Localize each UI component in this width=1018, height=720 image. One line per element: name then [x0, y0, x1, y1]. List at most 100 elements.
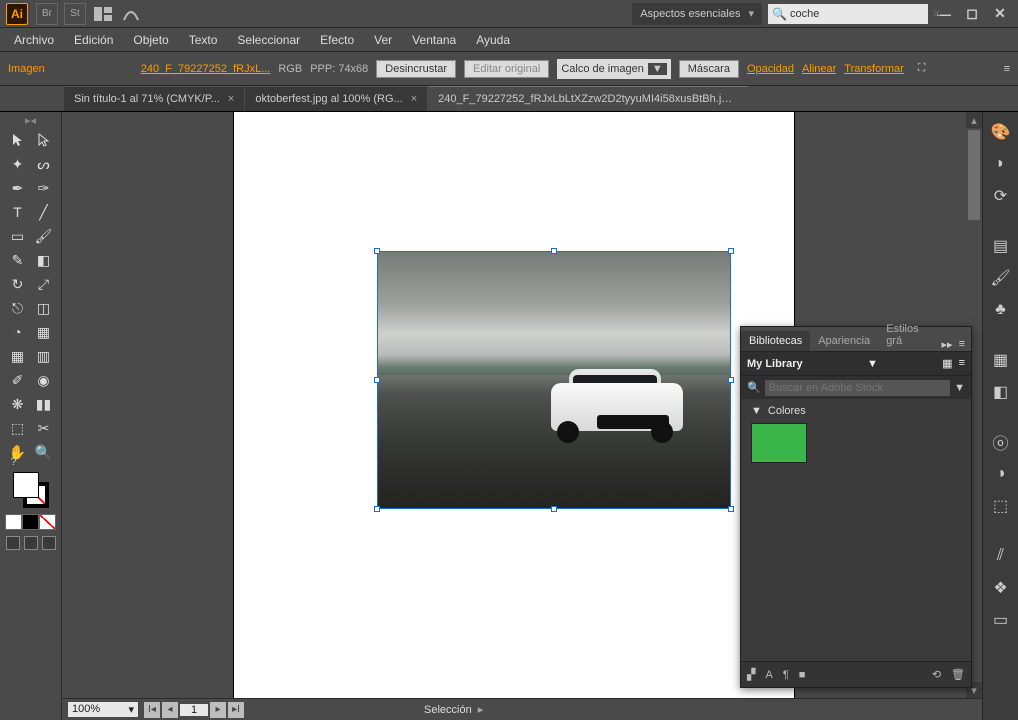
add-color-icon[interactable]: ■ [799, 669, 806, 681]
selection-handle[interactable] [728, 506, 734, 512]
zoom-field[interactable]: 100%▾ [68, 702, 138, 717]
menu-efecto[interactable]: Efecto [310, 28, 364, 51]
disclosure-triangle-icon[interactable]: ▼ [751, 405, 762, 417]
workspace-switcher[interactable]: Aspectos esenciales ▾ [632, 3, 762, 25]
next-artboard-button[interactable]: ▸ [210, 702, 226, 718]
pencil-tool[interactable]: ✎ [5, 248, 31, 272]
doc-tab-3[interactable]: 240_F_79227252_fRJxLbLtXZzw2D2tyyuMI4i58… [428, 86, 748, 111]
blend-tool[interactable]: ◉ [31, 368, 57, 392]
library-search-input[interactable] [765, 380, 950, 396]
symbol-sprayer-tool[interactable]: ❋ [5, 392, 31, 416]
menu-archivo[interactable]: Archivo [4, 28, 64, 51]
linked-file-link[interactable]: 240_F_79227252_fRJxL... [141, 63, 271, 75]
tab-bibliotecas[interactable]: Bibliotecas [741, 331, 810, 351]
align-link[interactable]: Alinear [802, 63, 836, 75]
gpu-perf-icon[interactable] [120, 3, 142, 25]
bridge-icon[interactable]: Br [36, 3, 58, 25]
perspective-tool[interactable]: ▦ [31, 320, 57, 344]
direct-selection-tool[interactable] [31, 128, 57, 152]
swatches-panel-icon[interactable]: ⟳ [989, 184, 1013, 208]
add-text-style-icon[interactable]: A [765, 669, 772, 681]
line-tool[interactable]: ╱ [31, 200, 57, 224]
scroll-up-icon[interactable]: ▴ [966, 112, 982, 128]
tab-estilos-graficos[interactable]: Estilos grá [878, 319, 941, 351]
cc-libraries-icon[interactable]: ⓞ [989, 430, 1013, 454]
slice-tool[interactable]: ✂ [31, 416, 57, 440]
pen-tool[interactable]: ✒ [5, 176, 31, 200]
brushes-panel-icon[interactable]: 🖌 [989, 266, 1013, 290]
gradient-tool[interactable]: ▥ [31, 344, 57, 368]
hand-tool[interactable]: ✋ [5, 440, 31, 464]
width-tool[interactable]: ⎋ [5, 296, 31, 320]
mesh-tool[interactable]: ▦ [5, 344, 31, 368]
selection-handle[interactable] [728, 248, 734, 254]
panel-menu-icon[interactable]: ≡ [1004, 63, 1010, 75]
stock-search[interactable]: 🔍 ✕ [768, 4, 928, 24]
stock-search-input[interactable] [790, 8, 932, 20]
transform-link[interactable]: Transformar [844, 63, 904, 75]
menu-objeto[interactable]: Objeto [123, 28, 178, 51]
artboard[interactable] [234, 112, 794, 698]
close-button[interactable]: ✕ [988, 3, 1012, 25]
scale-tool[interactable]: ⤢ [31, 272, 57, 296]
close-icon[interactable]: × [411, 93, 417, 105]
rotate-tool[interactable]: ↻ [5, 272, 31, 296]
artboards-panel-icon[interactable]: ▭ [989, 608, 1013, 632]
doc-tab-2[interactable]: oktoberfest.jpg al 100% (RG...× [245, 86, 427, 111]
color-guide-panel-icon[interactable]: ◗ [989, 152, 1013, 176]
delete-icon[interactable]: 🗑 [951, 668, 965, 681]
selection-handle[interactable] [374, 377, 380, 383]
scroll-thumb[interactable] [968, 130, 980, 220]
opacity-link[interactable]: Opacidad [747, 63, 794, 75]
align-panel-icon[interactable]: ⫽ [989, 544, 1013, 568]
mask-button[interactable]: Máscara [679, 60, 739, 78]
graph-tool[interactable]: ▮▮ [31, 392, 57, 416]
menu-texto[interactable]: Texto [179, 28, 228, 51]
prev-artboard-button[interactable]: ◂ [162, 702, 178, 718]
draw-mode-toggles[interactable] [5, 536, 57, 556]
isolate-icon[interactable]: ⛶ [918, 62, 926, 75]
menu-ayuda[interactable]: Ayuda [466, 28, 520, 51]
eraser-tool[interactable]: ◧ [31, 248, 57, 272]
grid-view-icon[interactable]: ▦ [942, 357, 952, 370]
artboard-number[interactable]: 1 [180, 704, 208, 716]
arrange-docs-icon[interactable] [92, 3, 114, 25]
free-transform-tool[interactable]: ◫ [31, 296, 57, 320]
close-icon[interactable]: × [228, 93, 234, 105]
chevron-down-icon[interactable]: ▼ [954, 382, 965, 394]
image-trace-dropdown[interactable]: Calco de imagen▼ [557, 59, 670, 79]
list-view-icon[interactable]: ≡ [959, 357, 965, 370]
last-artboard-button[interactable]: ▸I [228, 702, 244, 718]
shape-builder-tool[interactable]: ◔ [5, 320, 31, 344]
unembed-button[interactable]: Desincrustar [376, 60, 456, 78]
fill-swatch[interactable] [13, 472, 39, 498]
add-graphic-icon[interactable]: ▞ [747, 668, 755, 681]
clear-search-icon[interactable]: ✕ [932, 7, 941, 20]
eyedropper-tool[interactable]: ✐ [5, 368, 31, 392]
collapse-panel-icon[interactable]: ▸▸ [942, 338, 953, 351]
color-swatch-green[interactable] [751, 423, 807, 463]
artboard-tool[interactable]: ⬚ [5, 416, 31, 440]
tab-apariencia[interactable]: Apariencia [810, 331, 878, 351]
gradient-panel-icon[interactable]: ◧ [989, 380, 1013, 404]
selection-handle[interactable] [551, 506, 557, 512]
first-artboard-button[interactable]: I◂ [144, 702, 160, 718]
zoom-tool[interactable]: 🔍 [31, 440, 57, 464]
appearance-panel-icon[interactable]: ◑ [989, 462, 1013, 486]
selection-tool[interactable] [5, 128, 31, 152]
chevron-right-icon[interactable]: ▸ [478, 703, 484, 716]
selection-handle[interactable] [551, 248, 557, 254]
fill-stroke-swatch[interactable]: ? [11, 470, 51, 510]
color-panel-icon[interactable]: 🎨 [989, 120, 1013, 144]
symbols-panel-icon[interactable]: ♣ [989, 298, 1013, 322]
layers-panel-icon[interactable]: ❖ [989, 576, 1013, 600]
magic-wand-tool[interactable]: ✦ [5, 152, 31, 176]
transparency-panel-icon[interactable]: ▦ [989, 348, 1013, 372]
selection-handle[interactable] [374, 248, 380, 254]
selection-handle[interactable] [728, 377, 734, 383]
type-tool[interactable]: T [5, 200, 31, 224]
maximize-button[interactable]: ◻ [960, 3, 984, 25]
paintbrush-tool[interactable]: 🖌 [31, 224, 57, 248]
panel-grip[interactable]: ▸◂ [6, 116, 56, 124]
menu-edicion[interactable]: Edición [64, 28, 123, 51]
